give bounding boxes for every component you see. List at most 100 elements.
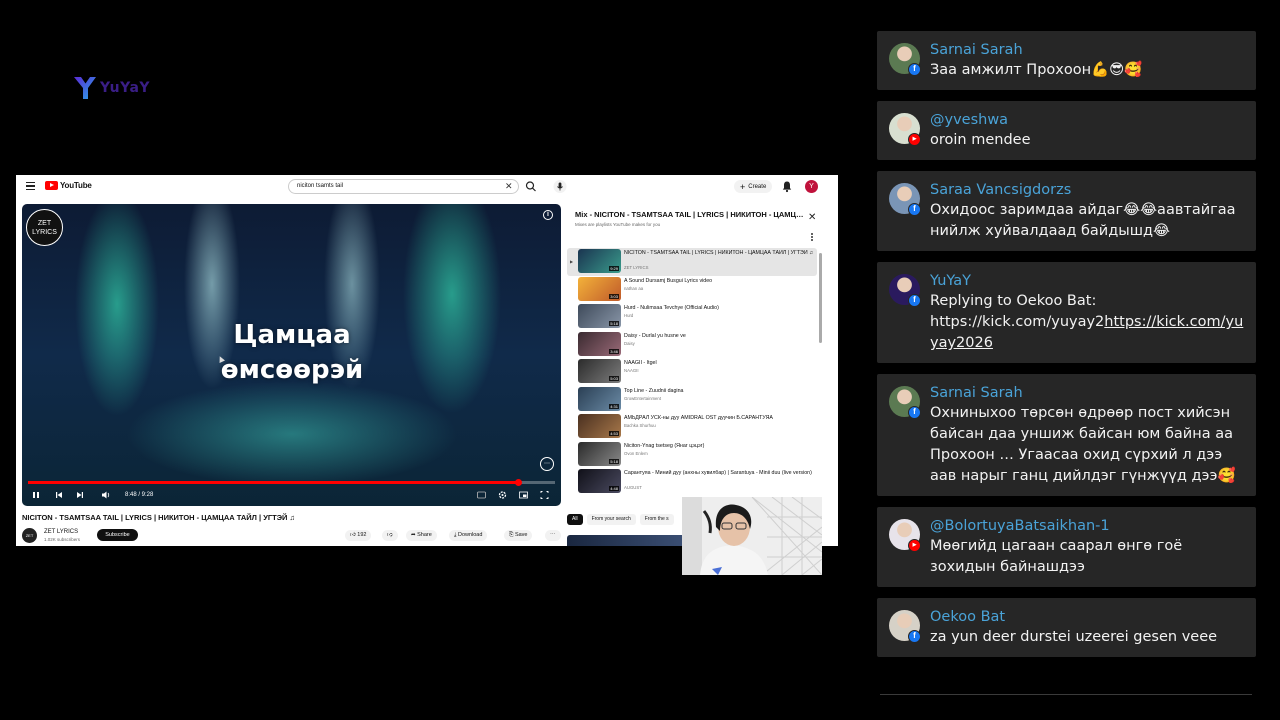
playlist-item-title: АМЬДРАЛ УСК-ны дуу AMIDRAL OST дуучин Б.… <box>624 415 773 421</box>
stats-overlay-icon[interactable]: ⋯ <box>540 457 554 471</box>
fullscreen-icon[interactable] <box>539 489 550 501</box>
chat-message: f Sarnai Sarah Охниныхоо төрсөн өдрөөр пос… <box>877 374 1256 496</box>
next-video-thumbnail[interactable] <box>567 535 687 546</box>
playlist-item-duration: 4:53 <box>609 431 619 436</box>
playlist-item-channel: Ovon Enlem <box>624 450 648 456</box>
chat-author: YuYaY <box>930 273 971 289</box>
playlist-item[interactable]: 3:03 A Sound Dursamj Busgui Lyrics video n… <box>567 276 817 304</box>
clear-search-icon[interactable]: ✕ <box>505 180 513 192</box>
chat-author: @yveshwa <box>930 112 1009 128</box>
youtube-logo[interactable]: YouTube <box>45 181 92 190</box>
playlist-item-channel: ZET LYRICS <box>624 265 649 270</box>
subscribe-button[interactable]: Subscribe <box>97 529 138 541</box>
dislike-button[interactable]: 👎︎ <box>382 530 398 541</box>
settings-gear-icon[interactable] <box>497 489 508 501</box>
create-label: Create <box>748 183 767 190</box>
chat-text-prefix: Replying to Oekoo Bat: https://kick.com/… <box>930 293 1105 330</box>
video-progress-bar[interactable] <box>28 479 555 486</box>
playlist-item[interactable]: 5:18 Hurd - Nulimsaa Tevchye (Official Au… <box>567 303 817 331</box>
stream-logo-text: YuYaY <box>100 80 151 96</box>
playlist-item-duration: 4:31 <box>609 403 619 409</box>
facebook-icon: f <box>908 63 921 76</box>
save-button[interactable]: ⎘ Save <box>504 530 533 541</box>
stream-logo: YuYaY <box>72 74 150 102</box>
chat-author: Saraa Vancsigdorzs <box>930 182 1072 198</box>
playlist-item[interactable]: 4:31 Top Line - Zuudnii dagina GrowEnterta… <box>567 386 817 414</box>
playlist-item-duration: 5:18 <box>609 321 619 326</box>
playlist-item-title: NICITON - TSAMTSAA TAIL | LYRICS | НИКИТ… <box>624 250 814 256</box>
pause-icon[interactable] <box>31 489 41 501</box>
youtube-icon: ▶ <box>908 133 921 146</box>
playlist-item-channel: nathan aa <box>624 285 644 291</box>
video-lyric-text: Цамцаа өмсөөрэй <box>202 318 382 388</box>
playlist-more-icon[interactable] <box>811 233 813 241</box>
playlist-item[interactable]: 4:48 Сарантуяа - Миний дуу (анхны хувилба… <box>567 468 817 496</box>
playlist-item-channel: AUGUST <box>624 485 642 490</box>
playlist-item[interactable]: ▶ 9:29 NICITON - TSAMTSAA TAIL | LYRICS | … <box>567 248 817 276</box>
channel-avatar[interactable]: ZET <box>22 528 37 543</box>
playlist-item-title: NAAGII - Itgel <box>624 360 657 366</box>
more-actions-button[interactable]: ⋯ <box>545 530 561 541</box>
playlist-item-title: Hurd - Nulimsaa Tevchye (Official Audio) <box>624 305 719 311</box>
previous-icon[interactable] <box>54 489 64 501</box>
info-icon[interactable]: i <box>543 210 553 220</box>
playlist-item[interactable]: 3:46 Daisy - Durlal yu husne ve Daisy <box>567 331 817 359</box>
playlist-item[interactable]: 5:03 NAAGII - Itgel NAAGII <box>567 358 817 386</box>
facebook-icon: f <box>908 203 921 216</box>
chat-author: @BolortuyaBatsaikhan-1 <box>930 518 1110 534</box>
like-button[interactable]: 👍︎ 192 <box>345 530 372 541</box>
video-player[interactable]: ZET LYRICS i Цамцаа өмсөөрэй ⋯ 8:48 / 9:… <box>22 204 561 506</box>
playlist-item-title: Daisy - Durlal yu husne ve <box>624 332 686 339</box>
close-playlist-icon[interactable]: ✕ <box>808 213 816 223</box>
download-icon: ⤓ <box>454 532 457 538</box>
search-icon[interactable] <box>524 179 538 194</box>
progress-scrubber[interactable] <box>515 479 523 486</box>
webcam-feed <box>682 497 822 575</box>
volume-icon[interactable] <box>100 489 112 501</box>
chat-text: oroin mendee <box>930 132 1031 148</box>
filter-chip[interactable]: From your search <box>586 514 636 525</box>
playlist-item-title: Top Line - Zuudnii dagina <box>624 387 684 394</box>
miniplayer-icon[interactable] <box>518 489 529 501</box>
playlist-item-thumbnail: 4:53 <box>578 414 621 438</box>
notifications-bell-icon[interactable] <box>781 180 793 193</box>
filter-chip[interactable]: All <box>567 514 583 525</box>
playlist-item[interactable]: 4:53 АМЬДРАЛ УСК-ны дуу AMIDRAL OST дуучи… <box>567 413 817 441</box>
playlist-item-thumbnail: 5:03 <box>578 359 621 383</box>
lyric-line-1: Цамцаа <box>233 320 351 350</box>
youtube-topbar: YouTube niciton tsamts tail ✕ + Create Y <box>16 175 838 199</box>
share-button[interactable]: ➦ Share <box>406 530 437 541</box>
bookmark-icon: ⎘ <box>509 532 514 538</box>
chat-message: ▶ @yveshwa oroin mendee <box>877 101 1256 160</box>
create-button[interactable]: + Create <box>734 180 773 193</box>
chat-message: f Sarnai Sarah Заа амжилт Прохоон💪😎🥰 <box>877 31 1256 90</box>
playlist-item-title: A Sound Dursamj Busgui Lyrics video <box>624 277 713 284</box>
download-label: Download <box>457 532 483 538</box>
chat-divider <box>880 694 1252 695</box>
playlist-list: ▶ 9:29 NICITON - TSAMTSAA TAIL | LYRICS | … <box>567 248 817 496</box>
youtube-play-icon <box>45 181 58 190</box>
playlist-item-thumbnail: 5:18 <box>578 304 621 328</box>
live-chat: f Sarnai Sarah Заа амжилт Прохоон💪😎🥰 ▶ @yves… <box>877 31 1256 668</box>
account-avatar[interactable]: Y <box>805 180 818 193</box>
microphone-icon[interactable] <box>553 179 567 194</box>
playlist-item-thumbnail: 3:46 <box>578 331 621 356</box>
thumbs-up-icon: 👍︎ <box>350 532 356 538</box>
chat-message: ▶ @BolortuyaBatsaikhan-1 Мөөгийд цагаан са… <box>877 507 1256 587</box>
playlist-scrollbar[interactable] <box>819 253 822 343</box>
filter-chip[interactable]: From the s <box>639 514 674 525</box>
chat-author: Sarnai Sarah <box>930 42 1023 58</box>
playlist-item-duration: 4:48 <box>609 486 619 491</box>
channel-name[interactable]: ZET LYRICS <box>44 529 78 535</box>
playlist-item[interactable]: 5:18 Niciton-Ynag tsetseg (Янаг цэцэг) Ovo… <box>567 441 817 469</box>
next-icon[interactable] <box>75 489 85 501</box>
subtitles-icon[interactable] <box>476 489 487 501</box>
hamburger-menu-icon[interactable] <box>26 182 35 191</box>
youtube-logo-text: YouTube <box>60 181 92 190</box>
chat-message: f YuYaY Replying to Oekoo Bat: https://kic… <box>877 262 1256 363</box>
download-button[interactable]: ⤓ Download <box>449 530 488 541</box>
facebook-icon: f <box>908 406 921 419</box>
mix-title[interactable]: Mix - NICITON - TSAMTSAA TAIL | LYRICS |… <box>575 210 805 219</box>
search-input[interactable]: niciton tsamts tail <box>288 179 519 194</box>
chat-text: Replying to Oekoo Bat: https://kick.com/… <box>930 291 1244 354</box>
